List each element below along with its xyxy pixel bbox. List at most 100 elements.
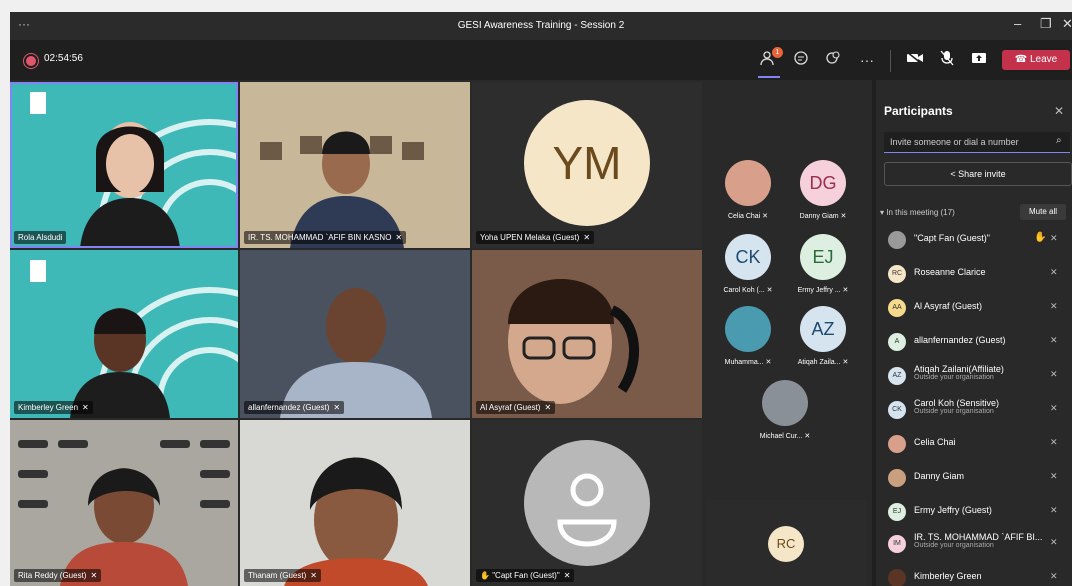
active-tab-indicator <box>758 76 780 78</box>
chat-icon <box>794 51 808 65</box>
teams-window: ··· GESI Awareness Training - Session 2 … <box>10 12 1072 586</box>
video-tile[interactable]: Rola Alsdudi <box>10 82 238 248</box>
mic-off-icon: ✕ <box>1050 537 1058 547</box>
video-tile[interactable]: Al Asyraf (Guest) ✕ <box>472 250 702 418</box>
close-window-icon[interactable]: ✕ <box>1062 16 1072 32</box>
video-tile[interactable]: IR. TS. MOHAMMAD `AFIF BIN KASNO ✕ <box>240 82 470 248</box>
mic-off-icon: ✕ <box>1050 335 1058 345</box>
meeting-toolbar: 02:54:56 1 ··· ☎ Leave <box>10 40 1072 80</box>
tile-name: ✋ "Capt Fan (Guest)" ✕ <box>476 569 575 582</box>
mic-off-icon: ✕ <box>1050 471 1058 481</box>
raised-hand-icon: ✋ <box>1034 232 1047 243</box>
toolbar-divider <box>890 50 891 72</box>
overflow-participant[interactable]: AZ Atiqah Zaila... ✕ <box>788 306 858 366</box>
mic-off-icon: ✕ <box>90 571 98 580</box>
overflow-participant[interactable]: DG Danny Giam ✕ <box>788 160 858 220</box>
video-stage: Rola Alsdudi IR. TS. MOHAMMAD `AFIF BIN … <box>10 80 872 586</box>
share-tray-icon <box>972 53 986 63</box>
tile-name: Kimberley Green ✕ <box>14 401 93 414</box>
mic-off-icon: ✕ <box>310 571 317 580</box>
mic-button[interactable] <box>936 50 958 70</box>
generic-avatar-icon <box>524 440 650 566</box>
tile-name: Rita Reddy (Guest) ✕ <box>14 569 102 582</box>
participant-video <box>18 440 230 586</box>
meeting-timer: 02:54:56 <box>44 53 83 64</box>
video-tile[interactable]: allanfernandez (Guest) ✕ <box>240 250 470 418</box>
avatar: DG <box>800 160 846 206</box>
list-item[interactable]: RC Roseanne Clarice ✕ <box>884 258 1062 290</box>
mic-off-icon: ✕ <box>563 571 571 580</box>
overflow-participant[interactable]: Celia Chai ✕ <box>716 160 780 220</box>
overflow-participant[interactable]: Michael Cur... ✕ <box>750 380 820 440</box>
participant-label: Danny Giam ✕ <box>799 213 847 220</box>
avatar <box>725 160 771 206</box>
chat-button[interactable] <box>790 50 812 70</box>
maximize-icon[interactable]: ❐ <box>1040 16 1052 32</box>
share-invite-button[interactable]: < Share invite <box>884 162 1072 186</box>
participant-video <box>284 457 428 586</box>
overflow-participant[interactable]: Muhamma... ✕ <box>716 306 780 366</box>
section-label[interactable]: ▾ In this meeting (17) <box>880 208 955 217</box>
video-tile[interactable]: Thanam (Guest) ✕ <box>240 420 470 586</box>
panel-title: Participants <box>884 104 953 118</box>
minimize-icon[interactable]: – <box>1014 16 1021 31</box>
mic-off-icon: ✕ <box>333 403 341 412</box>
leave-button[interactable]: ☎ Leave <box>1002 50 1070 70</box>
mute-all-button[interactable]: Mute all <box>1020 204 1066 220</box>
participant-video <box>30 260 238 418</box>
list-item[interactable]: A allanfernandez (Guest) ✕ <box>884 326 1062 358</box>
mic-off-icon <box>940 50 954 66</box>
list-item[interactable]: CK Carol Koh (Sensitive) Outside your or… <box>884 394 1062 426</box>
avatar <box>725 306 771 352</box>
mic-off-icon: ✕ <box>1050 571 1058 581</box>
video-tile[interactable]: Kimberley Green ✕ <box>10 250 238 418</box>
mic-off-icon: ✕ <box>395 233 403 242</box>
list-item[interactable]: AA Al Asyraf (Guest) ✕ <box>884 292 1062 324</box>
tile-name: Thanam (Guest) ✕ <box>244 569 321 582</box>
share-screen-button[interactable] <box>968 50 990 70</box>
mic-off-icon: ✕ <box>544 403 552 412</box>
mic-off-icon: ✕ <box>1050 301 1058 311</box>
avatar: RC <box>768 526 804 562</box>
tile-name: IR. TS. MOHAMMAD `AFIF BIN KASNO ✕ <box>244 231 407 244</box>
list-item[interactable]: Celia Chai ✕ <box>884 428 1062 460</box>
reactions-button[interactable] <box>822 50 844 70</box>
close-icon[interactable]: ✕ <box>1054 104 1064 118</box>
video-tile[interactable]: ✋ "Capt Fan (Guest)" ✕ <box>472 420 702 586</box>
list-item[interactable]: EJ Ermy Jeffry (Guest) ✕ <box>884 496 1062 528</box>
invite-search[interactable]: Invite someone or dial a number ⌕ <box>884 132 1070 153</box>
list-item[interactable]: Kimberley Green ✕ <box>884 562 1062 586</box>
participant-label: Atiqah Zaila... ✕ <box>797 359 849 366</box>
tile-name: Rola Alsdudi <box>14 231 67 244</box>
participants-panel: Participants ✕ Invite someone or dial a … <box>876 80 1072 586</box>
avatar: CK <box>725 234 771 280</box>
avatar <box>888 469 906 487</box>
speaker-video <box>30 92 238 248</box>
overflow-participant[interactable]: CK Carol Koh (... ✕ <box>716 234 780 294</box>
participant-video <box>240 250 470 418</box>
generic-avatar-icon <box>888 231 906 249</box>
video-tile[interactable]: Rita Reddy (Guest) ✕ <box>10 420 238 586</box>
list-item[interactable]: AZ Atiqah Zailani(Affiliate) Outside you… <box>884 360 1062 392</box>
more-actions-button[interactable]: ··· <box>856 50 878 70</box>
list-item[interactable]: "Capt Fan (Guest)" ✋ ✕ <box>884 224 1062 256</box>
list-item[interactable]: Danny Giam ✕ <box>884 462 1062 494</box>
participants-badge: 1 <box>772 47 783 58</box>
participant-label: Ermy Jeffry ... ✕ <box>797 287 849 294</box>
camera-button[interactable] <box>904 50 926 70</box>
avatar <box>888 435 906 453</box>
participant-label: Michael Cur... ✕ <box>759 433 811 440</box>
video-tile[interactable]: YM Yoha UPEN Melaka (Guest) ✕ <box>472 82 702 248</box>
window-title: GESI Awareness Training - Session 2 <box>457 20 625 31</box>
avatar: EJ <box>800 234 846 280</box>
search-icon: ⌕ <box>1056 135 1062 146</box>
camera-off-icon <box>906 51 923 65</box>
reactions-icon <box>826 51 840 64</box>
self-view[interactable]: RC <box>706 500 866 586</box>
search-input[interactable]: Invite someone or dial a number <box>890 137 1019 147</box>
participants-button[interactable]: 1 <box>758 47 783 70</box>
participant-video <box>472 250 702 418</box>
participant-label: Celia Chai ✕ <box>727 213 769 220</box>
list-item[interactable]: IM IR. TS. MOHAMMAD `AFIF BI... Outside … <box>884 528 1062 560</box>
overflow-participant[interactable]: EJ Ermy Jeffry ... ✕ <box>788 234 858 294</box>
